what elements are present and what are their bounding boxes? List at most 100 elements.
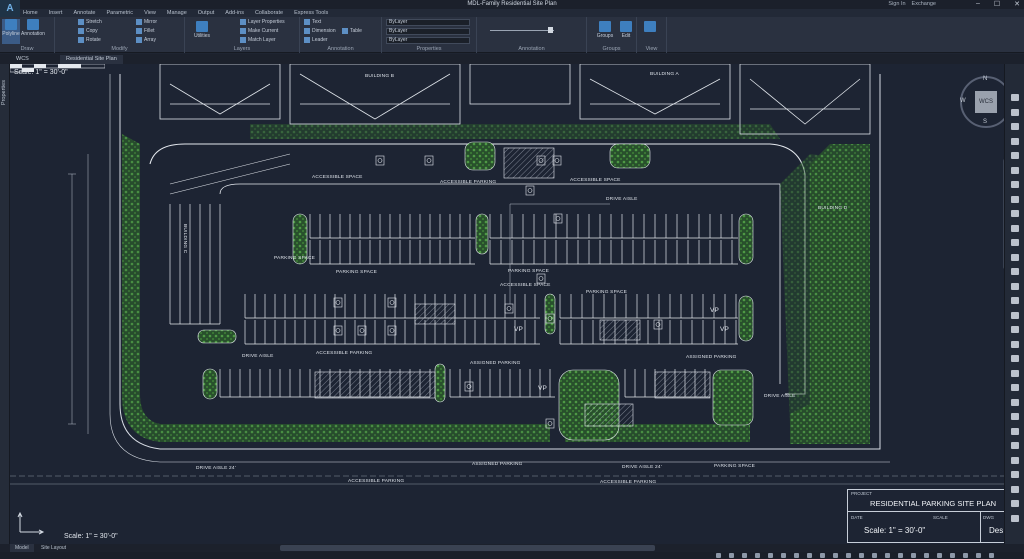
tab-start[interactable]: WCS (10, 55, 35, 64)
status-toggle-icon[interactable] (924, 553, 929, 558)
array-button[interactable]: Array (136, 37, 156, 43)
viewcube-west[interactable]: W (960, 98, 966, 104)
navigation-tool-icon[interactable] (1011, 108, 1019, 116)
stretch-button[interactable]: Stretch (78, 19, 102, 25)
tab-site-layout[interactable]: Site Layout (36, 544, 71, 552)
navigation-tool-icon[interactable] (1011, 253, 1019, 261)
navigation-tool-icon[interactable] (1011, 311, 1019, 319)
status-toggle-icon[interactable] (846, 553, 851, 558)
ribbon-group-label[interactable]: Annotation (477, 46, 586, 52)
ribbon-group-label[interactable]: Draw (0, 46, 54, 52)
text-button[interactable]: Text (304, 19, 321, 25)
navigation-tool-icon[interactable] (1011, 471, 1019, 478)
navigation-tool-icon[interactable] (1011, 282, 1019, 290)
ribbon-tab-parametric[interactable]: Parametric (106, 9, 133, 17)
status-toggle-icon[interactable] (976, 553, 981, 558)
tab-model[interactable]: Model (10, 544, 34, 552)
status-toggle-icon[interactable] (898, 553, 903, 558)
ribbon-tab-express-tools[interactable]: Express Tools (294, 9, 328, 17)
navigation-tool-icon[interactable] (1011, 442, 1019, 449)
edit-group-button[interactable]: Edit (617, 21, 635, 39)
navigation-tool-icon[interactable] (1011, 224, 1019, 232)
status-toggle-icon[interactable] (833, 553, 838, 558)
navigation-tool-icon[interactable] (1011, 514, 1019, 522)
navigation-tool-icon[interactable] (1011, 398, 1019, 406)
ribbon-tab-collaborate[interactable]: Collaborate (255, 9, 283, 17)
navigation-tool-icon[interactable] (1011, 384, 1019, 391)
annotation-button[interactable]: Annotation (21, 19, 45, 37)
viewcube-south[interactable]: S (983, 119, 987, 125)
viewcube-north[interactable]: N (983, 76, 987, 82)
status-toggle-icon[interactable] (768, 553, 773, 558)
color-dropdown[interactable]: ByLayer (386, 19, 470, 26)
status-toggle-icon[interactable] (781, 553, 786, 558)
ribbon-tab-annotate[interactable]: Annotate (73, 9, 95, 17)
maximize-icon[interactable]: ☐ (994, 0, 1000, 8)
ribbon-tab-home[interactable]: Home (23, 9, 38, 17)
polyline-button[interactable]: Polyline (2, 19, 20, 44)
navigation-tool-icon[interactable] (1011, 297, 1019, 304)
navigation-tool-icon[interactable] (1011, 210, 1019, 217)
dimension-button[interactable]: Dimension (304, 28, 336, 34)
navigation-tool-icon[interactable] (1011, 485, 1019, 493)
ribbon-group-label[interactable]: Modify (55, 46, 184, 52)
navigation-tool-icon[interactable] (1011, 326, 1019, 333)
horizontal-scrollbar[interactable] (280, 545, 655, 551)
status-toggle-icon[interactable] (989, 553, 994, 558)
navigation-tool-icon[interactable] (1011, 456, 1019, 464)
application-menu-button[interactable]: A (0, 0, 20, 17)
layer-properties-button[interactable]: Layer Properties (240, 19, 285, 25)
navigation-tool-icon[interactable] (1011, 340, 1019, 348)
viewcube[interactable]: WCS N S E W (960, 76, 1004, 128)
navigation-tool-icon[interactable] (1011, 427, 1019, 435)
ribbon-tab-output[interactable]: Output (198, 9, 215, 17)
ribbon-tab-insert[interactable]: Insert (49, 9, 63, 17)
ribbon-tab-view[interactable]: View (144, 9, 156, 17)
fillet-button[interactable]: Fillet (136, 28, 155, 34)
close-icon[interactable]: ✕ (1014, 0, 1020, 8)
linetype-dropdown[interactable]: ByLayer (386, 28, 470, 35)
status-toggle-icon[interactable] (742, 553, 747, 558)
view-button[interactable] (640, 21, 660, 33)
status-toggle-icon[interactable] (820, 553, 825, 558)
navigation-tool-icon[interactable] (1011, 94, 1019, 101)
navigation-tool-icon[interactable] (1011, 369, 1019, 377)
navigation-tool-icon[interactable] (1011, 181, 1019, 188)
properties-palette-strip[interactable]: Properties (0, 64, 10, 544)
minimize-icon[interactable]: – (976, 0, 980, 8)
ribbon-group-label[interactable]: Groups (587, 46, 636, 52)
status-toggle-icon[interactable] (911, 553, 916, 558)
ribbon-group-label[interactable]: Annotation (300, 46, 381, 52)
navigation-tool-icon[interactable] (1011, 123, 1019, 130)
viewcube-face[interactable]: WCS (975, 91, 997, 113)
navigation-tool-icon[interactable] (1011, 500, 1019, 507)
sign-in-link[interactable]: Sign In (888, 1, 905, 7)
mirror-button[interactable]: Mirror (136, 19, 157, 25)
groups-button[interactable]: Groups (595, 21, 615, 39)
drawing-canvas[interactable]: Scale: 1" = 30'-0" BUILDING B BUILDING A B… (10, 64, 1004, 544)
table-button[interactable]: Table (342, 28, 362, 34)
ribbon-group-label[interactable]: Layers (185, 46, 299, 52)
status-toggle-icon[interactable] (729, 553, 734, 558)
lineweight-dropdown[interactable]: ByLayer (386, 37, 470, 44)
status-toggle-icon[interactable] (807, 553, 812, 558)
opacity-slider[interactable] (490, 30, 554, 31)
status-toggle-icon[interactable] (963, 553, 968, 558)
status-toggle-icon[interactable] (937, 553, 942, 558)
match-layer-button[interactable]: Match Layer (240, 37, 276, 43)
opacity-slider-handle[interactable] (548, 27, 553, 33)
navigation-tool-icon[interactable] (1011, 413, 1019, 420)
navigation-tool-icon[interactable] (1011, 239, 1019, 246)
status-toggle-icon[interactable] (950, 553, 955, 558)
status-toggle-icon[interactable] (872, 553, 877, 558)
navigation-tool-icon[interactable] (1011, 166, 1019, 174)
navigation-tool-icon[interactable] (1011, 355, 1019, 362)
exchange-link[interactable]: Exchange (912, 1, 936, 7)
status-toggle-icon[interactable] (755, 553, 760, 558)
navigation-tool-icon[interactable] (1011, 152, 1019, 159)
status-toggle-icon[interactable] (885, 553, 890, 558)
ribbon-tab-add-ins[interactable]: Add-ins (225, 9, 244, 17)
navigation-tool-icon[interactable] (1011, 195, 1019, 203)
tab-residential-site-plan[interactable]: Residential Site Plan (60, 55, 123, 64)
ribbon-group-label[interactable]: Properties (382, 46, 476, 52)
